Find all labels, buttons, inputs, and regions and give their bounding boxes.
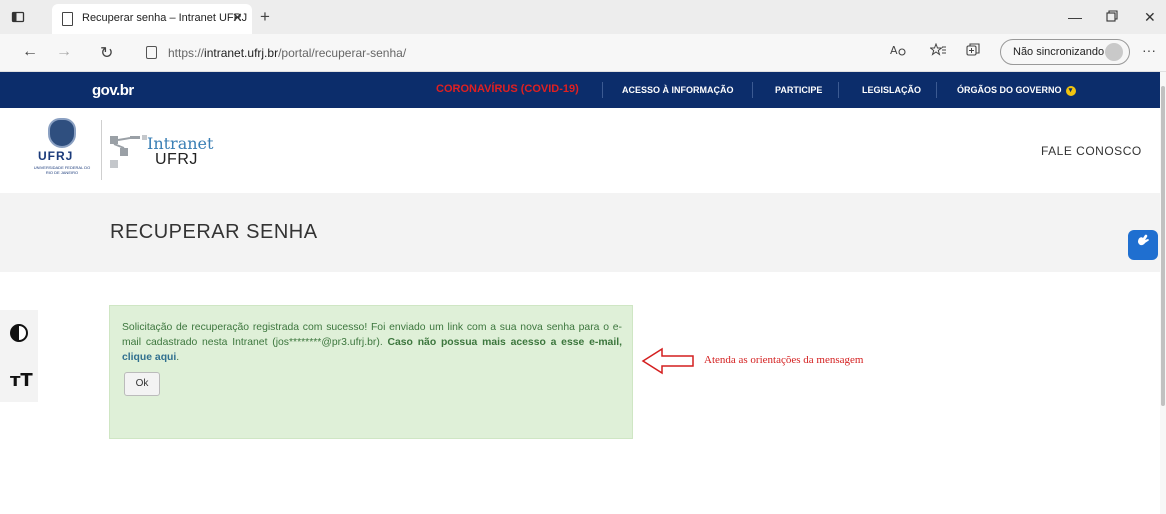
scrollbar-thumb[interactable] [1161, 86, 1165, 406]
ufrj-logo-subtext: UNIVERSIDADE FEDERAL DO RIO DE JANEIRO [33, 165, 91, 175]
ufrj-emblem-icon [48, 118, 76, 148]
gov-separator [936, 82, 937, 98]
ufrj-logo-text: UFRJ [38, 149, 74, 163]
favorites-icon[interactable] [929, 42, 946, 60]
svg-text:A: A [890, 44, 898, 57]
gov-link-acesso-informacao[interactable]: ACESSO À INFORMAÇÃO [622, 85, 734, 95]
profile-sync-button[interactable]: Não sincronizando [1000, 39, 1130, 65]
gov-link-legislacao[interactable]: LEGISLAÇÃO [862, 85, 921, 95]
back-icon[interactable]: ← [22, 43, 38, 61]
ok-button[interactable]: Ok [124, 372, 160, 396]
minimize-icon[interactable]: — [1068, 9, 1082, 25]
font-size-icon[interactable]: тT [10, 370, 33, 391]
page-title: RECUPERAR SENHA [110, 221, 318, 243]
avatar-icon [1105, 43, 1123, 61]
fale-conosco-link[interactable]: FALE CONOSCO [1041, 144, 1142, 158]
vlibras-accessibility-icon[interactable] [1128, 230, 1158, 260]
logo-divider [101, 120, 102, 180]
tab-title: Recuperar senha – Intranet UFRJ [82, 12, 248, 24]
page-title-band: RECUPERAR SENHA [0, 193, 1160, 272]
contrast-icon[interactable] [10, 324, 28, 342]
accessibility-toolbar: тT [0, 310, 38, 402]
browser-tab-bar: Recuperar senha – Intranet UFRJ ✕ + — ✕ [0, 0, 1166, 34]
browser-tab-active[interactable]: Recuperar senha – Intranet UFRJ ✕ [52, 4, 252, 34]
annotation-arrow-icon [641, 347, 694, 375]
govbr-logo[interactable]: gov.br [92, 82, 134, 99]
gov-link-participe[interactable]: PARTICIPE [775, 85, 822, 95]
reload-icon[interactable]: ↻ [100, 43, 113, 63]
gov-separator [602, 82, 603, 98]
gov-separator [752, 82, 753, 98]
gov-separator [838, 82, 839, 98]
forward-icon[interactable]: → [56, 43, 72, 61]
tab-actions-icon[interactable] [10, 10, 26, 26]
new-tab-button[interactable]: + [260, 8, 270, 25]
intranet-subtitle[interactable]: UFRJ [155, 151, 198, 169]
browser-address-bar: ← → ↻ https://intranet.ufrj.br/portal/re… [0, 34, 1166, 72]
read-aloud-icon[interactable]: A [890, 43, 906, 60]
tab-close-icon[interactable]: ✕ [232, 10, 243, 26]
gov-bar: gov.br CORONAVÍRUS (COVID-19) ACESSO À I… [0, 72, 1160, 108]
page-favicon-icon [62, 12, 73, 26]
gov-link-covid[interactable]: CORONAVÍRUS (COVID-19) [436, 83, 579, 95]
lock-icon[interactable] [146, 46, 157, 59]
url-text: https://intranet.ufrj.br/portal/recupera… [168, 46, 407, 60]
success-alert: Solicitação de recuperação registrada co… [109, 305, 633, 439]
url-field[interactable]: https://intranet.ufrj.br/portal/recupera… [138, 40, 878, 66]
success-message: Solicitação de recuperação registrada co… [122, 322, 622, 363]
click-here-link[interactable]: clique aqui [122, 352, 176, 363]
collections-icon[interactable] [966, 43, 981, 60]
ufrj-logo[interactable]: UFRJ UNIVERSIDADE FEDERAL DO RIO DE JANE… [30, 118, 96, 184]
intranet-network-icon [110, 135, 147, 168]
site-header: UFRJ UNIVERSIDADE FEDERAL DO RIO DE JANE… [0, 108, 1160, 193]
more-options-icon[interactable]: ··· [1142, 42, 1156, 58]
chevron-down-icon: ▾ [1065, 85, 1076, 96]
restore-icon[interactable] [1106, 9, 1118, 25]
close-window-icon[interactable]: ✕ [1144, 9, 1156, 26]
gov-link-orgaos[interactable]: ÓRGÃOS DO GOVERNO ▾ [957, 85, 1076, 96]
sync-label: Não sincronizando [1013, 46, 1105, 58]
annotation-text: Atenda as orientações da mensagem [704, 354, 864, 366]
